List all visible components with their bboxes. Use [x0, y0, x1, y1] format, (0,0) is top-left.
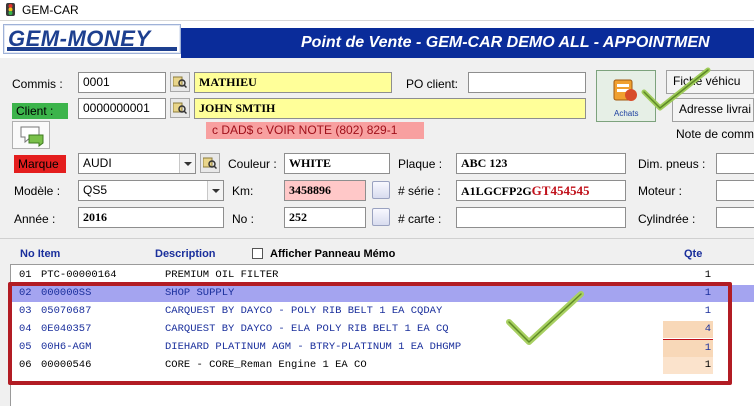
modele-label: Modèle : — [14, 184, 61, 198]
cart-icon — [613, 79, 637, 101]
serie-label: # série : — [398, 184, 441, 198]
po-client-label: PO client: — [406, 77, 459, 91]
banner: GEM-MONEY Point de Vente - GEM-CAR DEMO … — [0, 21, 754, 58]
row-item: PTC-00000164 — [41, 269, 117, 281]
commis-code-field[interactable]: 0001 — [78, 72, 166, 93]
plaque-field[interactable]: ABC 123 — [456, 153, 626, 174]
km-field[interactable]: 3458896 — [284, 180, 366, 201]
modele-select[interactable]: QS5 — [78, 180, 224, 201]
row-description: CORE - CORE_Reman Engine 1 EA CO — [165, 359, 367, 371]
couleur-field[interactable]: WHITE — [284, 153, 390, 174]
row-qty: 1 — [704, 305, 711, 317]
serie-prefix: A1LGCFP2G — [461, 184, 532, 198]
checkmark-annotation-icon — [506, 291, 584, 345]
dim-pneus-label: Dim. pneus : — [638, 157, 706, 171]
client-note-badge: c DAD$ c VOIR NOTE (802) 829-1 — [206, 122, 424, 139]
sms-button[interactable] — [12, 121, 50, 149]
plaque-label: Plaque : — [398, 157, 443, 171]
couleur-label: Couleur : — [228, 157, 277, 171]
modele-value: QS5 — [83, 183, 108, 197]
marque-value: AUDI — [83, 156, 112, 170]
row-qty: 1 — [704, 269, 711, 281]
moteur-field[interactable] — [716, 180, 754, 201]
banner-title-bar: Point de Vente - GEM-CAR DEMO ALL - APPO… — [181, 28, 754, 58]
marque-label: Marque — [14, 155, 66, 173]
serie-field[interactable]: A1LGCFP2GGT454545 — [456, 180, 626, 201]
row-line: 01 — [19, 269, 32, 281]
window-titlebar: GEM-CAR — [0, 0, 754, 21]
client-name-field[interactable]: JOHN SMTIH — [194, 98, 586, 119]
no-label: No : — [232, 212, 255, 226]
row-line: 04 — [19, 323, 32, 335]
table-row[interactable]: 03 05070687 CARQUEST BY DAYCO - POLY RIB… — [11, 303, 754, 320]
table-row[interactable]: 05 00H6-AGM DIEHARD PLATINUM AGM - BTRY-… — [11, 339, 754, 357]
row-qty: 4 — [663, 321, 713, 338]
row-item: 0E040357 — [41, 323, 92, 335]
annee-field[interactable]: 2016 — [78, 207, 224, 228]
row-qty: 1 — [663, 357, 713, 374]
annee-label: Année : — [14, 212, 56, 226]
row-description: PREMIUM OIL FILTER — [165, 269, 279, 281]
km-action-button[interactable] — [372, 181, 390, 199]
row-line: 06 — [19, 359, 32, 371]
commis-name-field[interactable]: MATHIEU — [194, 72, 392, 93]
cylindree-label: Cylindrée : — [638, 212, 696, 226]
km-label: Km: — [232, 184, 254, 198]
cylindree-field[interactable] — [716, 207, 754, 228]
note-commande-label: Note de comm — [676, 127, 754, 141]
table-row[interactable]: 01 PTC-00000164 PREMIUM OIL FILTER 1 — [11, 267, 754, 284]
row-qty: 1 — [663, 339, 713, 357]
chevron-down-icon[interactable] — [207, 181, 223, 200]
achats-label: Achats — [614, 109, 639, 118]
row-line: 05 — [19, 341, 32, 353]
brand-logo: GEM-MONEY — [3, 24, 181, 54]
no-field[interactable]: 252 — [284, 207, 366, 228]
col-description: Description — [155, 248, 216, 260]
sms-icon — [20, 126, 44, 147]
table-row[interactable]: 04 0E040357 CARQUEST BY DAYCO - ELA POLY… — [11, 321, 754, 338]
chevron-down-icon[interactable] — [179, 154, 195, 173]
page-title: Point de Vente - GEM-CAR DEMO ALL - APPO… — [301, 34, 710, 51]
col-qte: Qte — [684, 248, 703, 260]
row-item: 05070687 — [41, 305, 92, 317]
row-item: 00000546 — [41, 359, 92, 371]
client-lookup-button[interactable] — [170, 98, 190, 118]
moteur-label: Moteur : — [638, 184, 683, 198]
commis-lookup-button[interactable] — [170, 72, 190, 92]
app-icon — [6, 3, 15, 16]
table-row-selected[interactable]: 02 000000SS SHOP SUPPLY 1 — [11, 285, 754, 302]
marque-lookup-button[interactable] — [200, 153, 220, 173]
commis-label: Commis : — [12, 77, 63, 91]
memo-checkbox-label: Afficher Panneau Mémo — [270, 248, 396, 260]
carte-field[interactable] — [456, 207, 626, 228]
table-header: No Item Description Afficher Panneau Mém… — [0, 244, 754, 264]
row-description: DIEHARD PLATINUM AGM - BTRY-PLATINUM 1 E… — [165, 341, 462, 353]
row-description: SHOP SUPPLY — [165, 287, 235, 299]
divider — [0, 238, 754, 239]
serie-suffix: GT454545 — [531, 183, 590, 198]
lookup-icon — [203, 157, 217, 170]
po-client-field[interactable] — [468, 72, 586, 93]
window-title: GEM-CAR — [22, 3, 79, 17]
marque-select[interactable]: AUDI — [78, 153, 196, 174]
client-code-field[interactable]: 0000000001 — [78, 98, 166, 119]
row-qty: 1 — [704, 287, 711, 299]
lookup-icon — [173, 76, 187, 89]
carte-label: # carte : — [398, 212, 442, 226]
row-item: 00H6-AGM — [41, 341, 92, 353]
table-row[interactable]: 06 00000546 CORE - CORE_Reman Engine 1 E… — [11, 357, 754, 374]
row-description: CARQUEST BY DAYCO - POLY RIB BELT 1 EA C… — [165, 305, 443, 317]
row-description: CARQUEST BY DAYCO - ELA POLY RIB BELT 1 … — [165, 323, 449, 335]
col-no-item: No Item — [20, 248, 61, 260]
dim-pneus-field[interactable] — [716, 153, 754, 174]
memo-checkbox[interactable] — [252, 248, 263, 259]
lookup-icon — [173, 102, 187, 115]
items-table: 01 PTC-00000164 PREMIUM OIL FILTER 1 02 … — [10, 264, 754, 406]
client-label: Client : — [12, 103, 68, 119]
row-line: 03 — [19, 305, 32, 317]
row-line: 02 — [19, 287, 32, 299]
no-action-button[interactable] — [372, 208, 390, 226]
checkmark-annotation-icon — [641, 67, 711, 111]
row-item: 000000SS — [41, 287, 92, 299]
